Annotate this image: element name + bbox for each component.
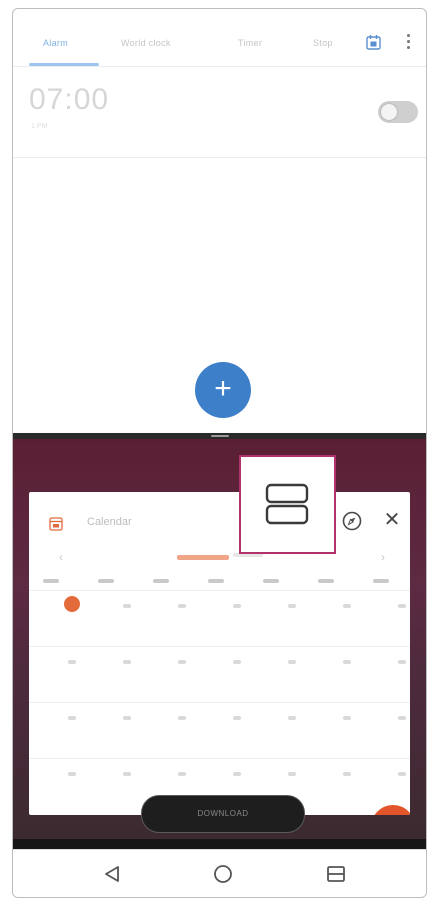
- divider-handle[interactable]: [211, 435, 229, 437]
- weekday-header: [318, 579, 334, 583]
- calendar-icon[interactable]: [366, 34, 381, 50]
- calendar-window: Calendar ‹ ›: [29, 492, 410, 815]
- next-month-button[interactable]: ›: [381, 550, 385, 564]
- week-row-divider: [29, 702, 410, 703]
- calendar-day[interactable]: [68, 772, 76, 776]
- home-circle-icon[interactable]: [211, 862, 235, 886]
- today-marker[interactable]: [64, 596, 80, 612]
- phone-screen: Alarm World clock Timer Stop 07:00 1 PM …: [12, 8, 427, 898]
- tab-bar: Alarm World clock Timer Stop: [13, 9, 426, 66]
- close-button[interactable]: ✕: [381, 509, 403, 531]
- back-triangle-icon[interactable]: [100, 862, 124, 886]
- prev-month-button[interactable]: ‹: [59, 550, 63, 564]
- calendar-day[interactable]: [233, 772, 241, 776]
- calendar-day[interactable]: [178, 604, 186, 608]
- calendar-day[interactable]: [288, 660, 296, 664]
- tab-stopwatch[interactable]: Stop: [313, 38, 333, 48]
- split-screen-icon[interactable]: [265, 483, 309, 525]
- calendar-day[interactable]: [288, 772, 296, 776]
- alarm-subtitle: 1 PM: [31, 123, 48, 130]
- calendar-title: Calendar: [87, 516, 132, 528]
- tab-timer[interactable]: Timer: [238, 38, 262, 48]
- week-row-divider: [29, 646, 410, 647]
- calendar-day[interactable]: [123, 772, 131, 776]
- divider: [13, 157, 426, 158]
- calendar-day[interactable]: [178, 716, 186, 720]
- weekday-header: [263, 579, 279, 583]
- calendar-day[interactable]: [68, 716, 76, 720]
- calendar-day[interactable]: [233, 716, 241, 720]
- calendar-day[interactable]: [343, 660, 351, 664]
- navigation-bar: [13, 849, 426, 897]
- week-row-divider: [29, 758, 410, 759]
- calendar-day[interactable]: [398, 716, 406, 720]
- split-recents-icon[interactable]: [324, 862, 348, 886]
- toggle-knob: [381, 104, 397, 120]
- tab-world-clock[interactable]: World clock: [121, 38, 171, 48]
- weekday-header: [153, 579, 169, 583]
- calendar-day[interactable]: [178, 660, 186, 664]
- calendar-day[interactable]: [68, 660, 76, 664]
- calendar-day[interactable]: [123, 660, 131, 664]
- calendar-day[interactable]: [398, 604, 406, 608]
- calendar-day[interactable]: [123, 604, 131, 608]
- divider: [13, 66, 426, 67]
- compass-icon[interactable]: [341, 510, 363, 532]
- weekday-header: [98, 579, 114, 583]
- week-row-divider: [29, 590, 410, 591]
- alarm-time[interactable]: 07:00: [29, 83, 109, 117]
- calendar-app-icon: [49, 517, 63, 531]
- add-event-button[interactable]: [371, 805, 410, 815]
- calendar-day[interactable]: [343, 604, 351, 608]
- calendar-day[interactable]: [343, 772, 351, 776]
- weekday-header: [208, 579, 224, 583]
- calendar-day[interactable]: [343, 716, 351, 720]
- alarm-toggle[interactable]: [378, 101, 418, 123]
- screen-bottom-strip: [13, 839, 426, 849]
- more-vert-icon[interactable]: [405, 34, 411, 52]
- add-alarm-button[interactable]: +: [195, 362, 251, 418]
- weekday-header: [373, 579, 389, 583]
- calendar-day[interactable]: [233, 660, 241, 664]
- calendar-day[interactable]: [123, 716, 131, 720]
- calendar-day[interactable]: [398, 660, 406, 664]
- calendar-day[interactable]: [398, 772, 406, 776]
- download-pill[interactable]: DOWNLOAD: [141, 795, 305, 833]
- weekday-header: [43, 579, 59, 583]
- tab-alarm[interactable]: Alarm: [43, 38, 68, 48]
- month-label: [177, 555, 229, 560]
- calendar-day[interactable]: [288, 716, 296, 720]
- calendar-day[interactable]: [288, 604, 296, 608]
- split-screen-highlight: [239, 455, 336, 554]
- calendar-day[interactable]: [178, 772, 186, 776]
- calendar-day[interactable]: [233, 604, 241, 608]
